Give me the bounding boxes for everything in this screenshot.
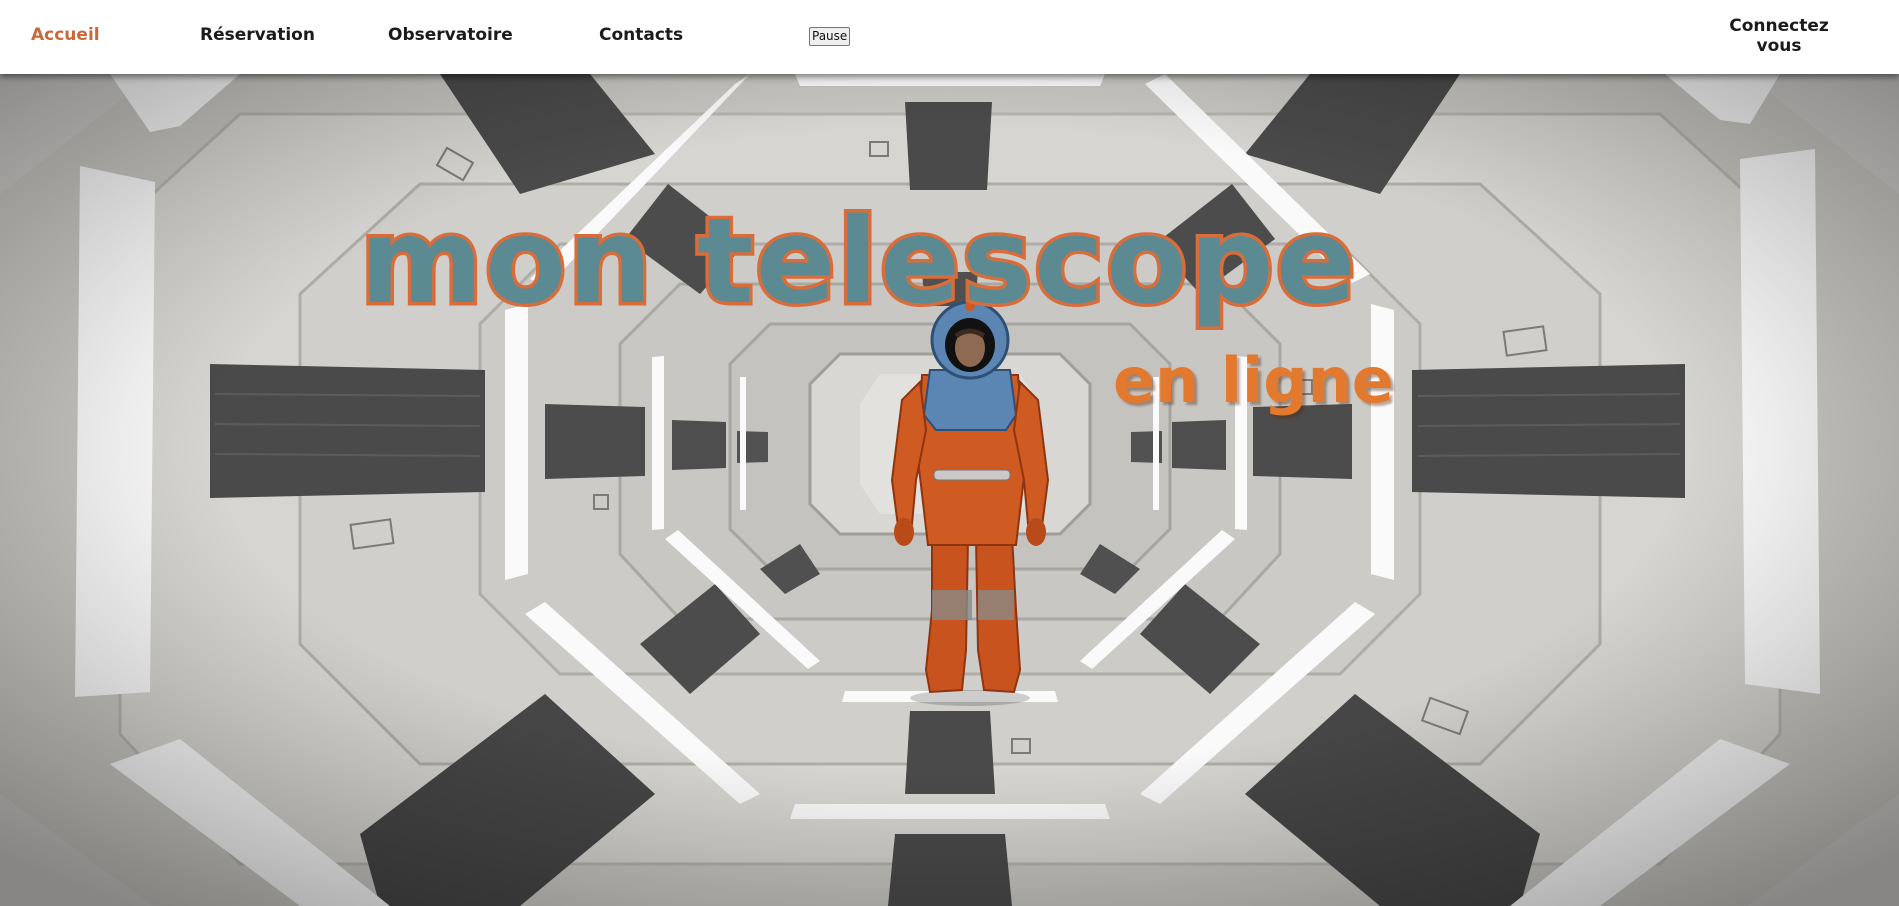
nav-link-contacts[interactable]: Contacts — [599, 25, 683, 45]
astronaut-figure — [890, 300, 1050, 706]
nav-link-observatory[interactable]: Observatoire — [388, 25, 513, 45]
site-subtitle: en ligne — [1113, 344, 1394, 417]
top-navbar: Accueil Réservation Observatoire Contact… — [0, 0, 1899, 74]
site-title: mon telescope — [357, 192, 1360, 330]
login-link-line1: Connectez — [1729, 16, 1829, 36]
pause-button[interactable]: Pause — [809, 27, 851, 46]
hero-section: mon telescope en ligne — [0, 74, 1899, 906]
nav-link-reservation[interactable]: Réservation — [200, 25, 315, 45]
nav-link-home[interactable]: Accueil — [31, 25, 100, 45]
login-link[interactable]: Connectez vous — [1722, 16, 1836, 56]
login-link-line2: vous — [1756, 36, 1802, 56]
